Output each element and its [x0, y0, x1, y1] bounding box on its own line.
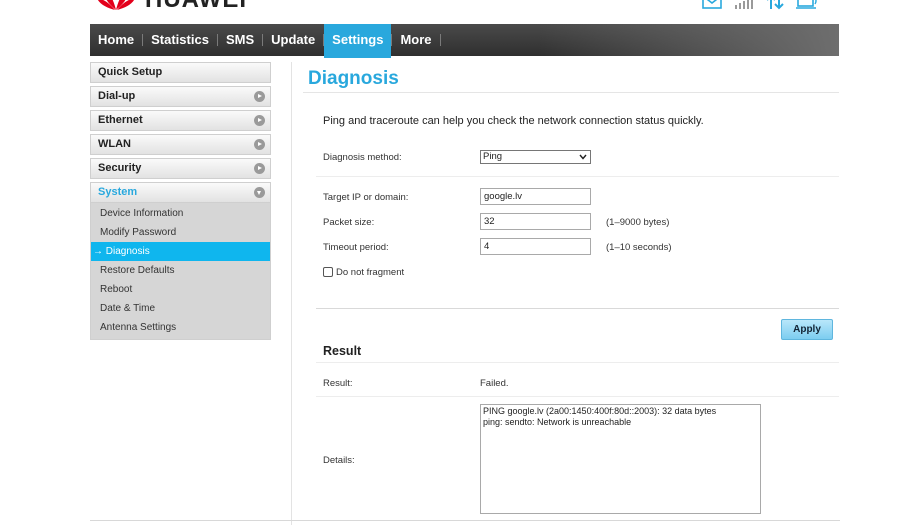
do-not-fragment-label: Do not fragment: [336, 267, 405, 278]
expand-arrow-icon: [254, 163, 265, 174]
sidebar-item-system[interactable]: System: [90, 182, 271, 203]
nav-update[interactable]: Update: [263, 24, 323, 56]
brand-name: HUAWEI: [145, 0, 247, 12]
up-down-arrows-icon: [767, 0, 784, 10]
result-divider: [316, 362, 839, 363]
expand-arrow-icon: [254, 139, 265, 150]
submenu-modify-password[interactable]: Modify Password: [91, 223, 270, 242]
chevron-down-icon: [579, 154, 587, 160]
do-not-fragment-checkbox[interactable]: [323, 267, 333, 277]
computer-link-icon: [796, 0, 817, 9]
result-label: Result:: [323, 378, 353, 389]
diagnosis-method-select[interactable]: Ping: [480, 150, 591, 164]
signal-bars-icon: [735, 0, 753, 9]
content-divider: [291, 62, 292, 525]
details-label: Details:: [323, 455, 355, 466]
submenu-label: Diagnosis: [105, 246, 150, 257]
submenu-restore-defaults[interactable]: Restore Defaults: [91, 261, 270, 280]
nav-sms[interactable]: SMS: [218, 24, 262, 56]
target-input[interactable]: google.lv: [480, 188, 591, 205]
nav-home[interactable]: Home: [90, 24, 142, 56]
sidebar-item-label: Security: [98, 162, 142, 174]
active-arrow-icon: →: [93, 246, 106, 257]
envelope-icon[interactable]: [702, 0, 722, 9]
result-row-divider: [316, 396, 839, 397]
collapse-arrow-icon: [254, 187, 265, 198]
submenu-diagnosis[interactable]: → Diagnosis: [91, 242, 270, 261]
brand-logo: HUAWEI: [95, 0, 247, 12]
sidebar-item-label: Ethernet: [98, 114, 143, 126]
sidebar-item-ethernet[interactable]: Ethernet: [90, 110, 271, 131]
nav-more[interactable]: More: [392, 24, 439, 56]
sidebar-item-label: Dial-up: [98, 90, 136, 102]
packet-size-input[interactable]: 32: [480, 213, 591, 230]
sidebar-item-quick-setup[interactable]: Quick Setup: [90, 62, 271, 83]
submenu-date-time[interactable]: Date & Time: [91, 299, 270, 318]
footer-divider: [90, 520, 840, 521]
page-title: Diagnosis: [308, 68, 399, 89]
main-navbar: Home Statistics SMS Update Settings More: [90, 24, 839, 58]
packet-size-hint: (1–9000 bytes): [606, 217, 670, 228]
page-intro: Ping and traceroute can help you check t…: [323, 115, 704, 127]
sidebar-item-wlan[interactable]: WLAN: [90, 134, 271, 155]
result-section-title: Result: [323, 344, 362, 358]
system-submenu: Device Information Modify Password → Dia…: [90, 203, 271, 340]
expand-arrow-icon: [254, 115, 265, 126]
sidebar-item-security[interactable]: Security: [90, 158, 271, 179]
status-icons: [702, 0, 818, 10]
submenu-antenna-settings[interactable]: Antenna Settings: [91, 318, 270, 337]
expand-arrow-icon: [254, 91, 265, 102]
submenu-device-information[interactable]: Device Information: [91, 204, 270, 223]
details-textarea[interactable]: PING google.lv (2a00:1450:400f:80d::2003…: [480, 404, 761, 514]
timeout-hint: (1–10 seconds): [606, 242, 672, 253]
nav-separator: [439, 34, 441, 46]
sidebar-item-dial-up[interactable]: Dial-up: [90, 86, 271, 107]
select-value: Ping: [483, 151, 503, 162]
form-bottom-divider: [316, 308, 839, 309]
target-label: Target IP or domain:: [323, 192, 409, 203]
settings-sidebar: Quick Setup Dial-up Ethernet WLAN Securi…: [90, 62, 271, 340]
timeout-label: Timeout period:: [323, 242, 389, 253]
result-value: Failed.: [480, 378, 509, 389]
huawei-logo-icon: [97, 0, 135, 10]
submenu-reboot[interactable]: Reboot: [91, 280, 270, 299]
method-label: Diagnosis method:: [323, 152, 402, 163]
title-divider: [303, 92, 839, 93]
nav-statistics[interactable]: Statistics: [143, 24, 217, 56]
form-divider: [316, 176, 839, 177]
nav-settings[interactable]: Settings: [324, 24, 392, 58]
sidebar-item-label: WLAN: [98, 138, 131, 150]
packet-size-label: Packet size:: [323, 217, 375, 228]
sidebar-item-label: System: [98, 186, 138, 198]
apply-button[interactable]: Apply: [781, 319, 833, 340]
timeout-input[interactable]: 4: [480, 238, 591, 255]
sidebar-item-label: Quick Setup: [98, 66, 163, 78]
